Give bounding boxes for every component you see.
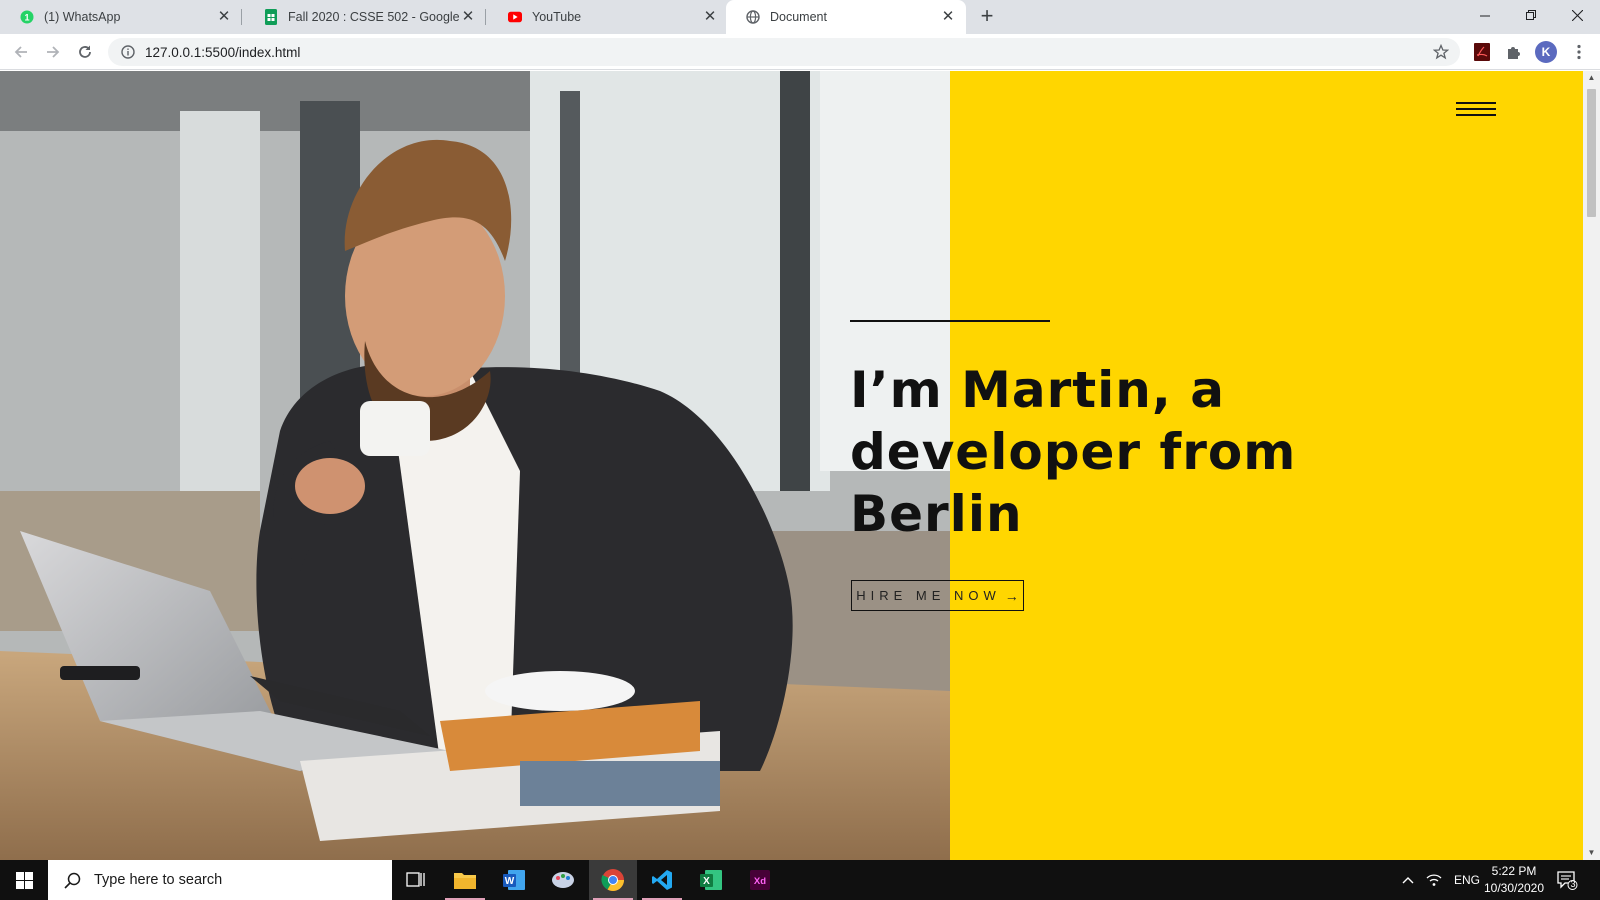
vs-code-icon[interactable]	[638, 860, 686, 900]
hero-divider	[850, 320, 1050, 322]
notification-center-icon[interactable]: 3	[1556, 860, 1578, 900]
hero-title-line: developer from	[850, 423, 1297, 481]
notification-count: 3	[1570, 879, 1576, 889]
file-explorer-icon[interactable]	[441, 860, 489, 900]
windows-start-button[interactable]	[0, 860, 48, 900]
task-view-icon[interactable]	[392, 860, 440, 900]
svg-text:1: 1	[24, 13, 29, 23]
adobe-xd-icon[interactable]: Xd	[736, 860, 784, 900]
show-hidden-icons[interactable]	[1402, 860, 1414, 900]
tab-title: (1) WhatsApp	[44, 10, 121, 24]
svg-text:W: W	[505, 876, 515, 887]
minimize-button[interactable]	[1462, 0, 1508, 30]
back-button[interactable]	[9, 40, 33, 64]
page-viewport: I’m Martin, a developer from Berlin HIRE…	[0, 71, 1583, 860]
hero-title-line: I’m Martin, a	[850, 361, 1226, 419]
tab-youtube[interactable]: YouTube ✕	[488, 0, 728, 34]
bookmark-star-icon[interactable]	[1432, 43, 1450, 61]
scroll-up-arrow-icon[interactable]: ▲	[1583, 71, 1600, 85]
close-icon[interactable]: ✕	[216, 9, 232, 25]
clock-date: 10/30/2020	[1483, 881, 1545, 895]
tab-document[interactable]: Document ✕	[726, 0, 966, 34]
search-icon	[62, 870, 82, 890]
close-window-button[interactable]	[1554, 0, 1600, 30]
browser-tab-strip: 1 (1) WhatsApp ✕ Fall 2020 : CSSE 502 - …	[0, 0, 1600, 34]
taskbar-search-box[interactable]: Type here to search	[48, 860, 392, 900]
new-tab-button[interactable]: +	[975, 5, 999, 29]
close-icon[interactable]: ✕	[460, 9, 476, 25]
excel-icon[interactable]: X	[687, 860, 735, 900]
info-icon[interactable]	[120, 44, 136, 60]
close-icon[interactable]: ✕	[940, 9, 956, 25]
hamburger-menu-icon[interactable]	[1456, 102, 1496, 120]
hero-photo	[0, 71, 950, 860]
hero-title: I’m Martin, a developer from Berlin	[850, 359, 1350, 545]
arrow-right-icon: →	[1004, 587, 1019, 604]
extensions-puzzle-icon[interactable]	[1503, 41, 1525, 63]
reload-button[interactable]	[73, 40, 97, 64]
svg-text:Xd: Xd	[754, 876, 766, 887]
google-sheets-icon	[264, 9, 278, 25]
url-text: 127.0.0.1:5500/index.html	[145, 44, 301, 60]
close-icon[interactable]: ✕	[702, 9, 718, 25]
hero-title-line: Berlin	[850, 485, 1023, 543]
wifi-icon[interactable]	[1426, 860, 1442, 900]
svg-text:X: X	[703, 876, 710, 887]
word-icon[interactable]: W	[490, 860, 538, 900]
pdf-extension-icon[interactable]	[1471, 41, 1493, 63]
tab-title: Document	[770, 10, 827, 24]
scroll-down-arrow-icon[interactable]: ▼	[1583, 846, 1600, 860]
profile-avatar[interactable]: K	[1535, 41, 1557, 63]
hire-me-label: HIRE ME NOW	[856, 588, 1001, 603]
system-clock[interactable]: 5:22 PM 10/30/2020	[1478, 863, 1550, 897]
paint-app-icon[interactable]	[539, 860, 587, 900]
page-scrollbar[interactable]: ▲ ▼	[1583, 71, 1600, 860]
scrollbar-thumb[interactable]	[1587, 89, 1596, 217]
globe-icon	[746, 10, 760, 24]
address-bar[interactable]: 127.0.0.1:5500/index.html	[108, 38, 1460, 66]
tab-title: Fall 2020 : CSSE 502 - Google Sh	[288, 10, 460, 24]
tab-google-sheets[interactable]: Fall 2020 : CSSE 502 - Google Sh ✕	[244, 0, 486, 34]
search-placeholder: Type here to search	[94, 872, 223, 888]
chrome-icon[interactable]	[589, 860, 637, 900]
youtube-icon	[508, 10, 522, 24]
tab-title: YouTube	[532, 10, 582, 24]
windows-taskbar: Type here to search W X Xd ENG 5:22 PM 1…	[0, 860, 1600, 900]
clock-time: 5:22 PM	[1491, 864, 1537, 878]
more-menu-icon[interactable]	[1568, 41, 1590, 63]
whatsapp-icon: 1	[20, 10, 34, 24]
tab-whatsapp[interactable]: 1 (1) WhatsApp ✕	[0, 0, 242, 34]
restore-button[interactable]	[1508, 0, 1554, 30]
browser-toolbar: 127.0.0.1:5500/index.html K	[0, 34, 1600, 70]
forward-button[interactable]	[41, 40, 65, 64]
hire-me-button[interactable]: HIRE ME NOW →	[851, 580, 1024, 611]
language-indicator[interactable]: ENG	[1454, 860, 1480, 900]
